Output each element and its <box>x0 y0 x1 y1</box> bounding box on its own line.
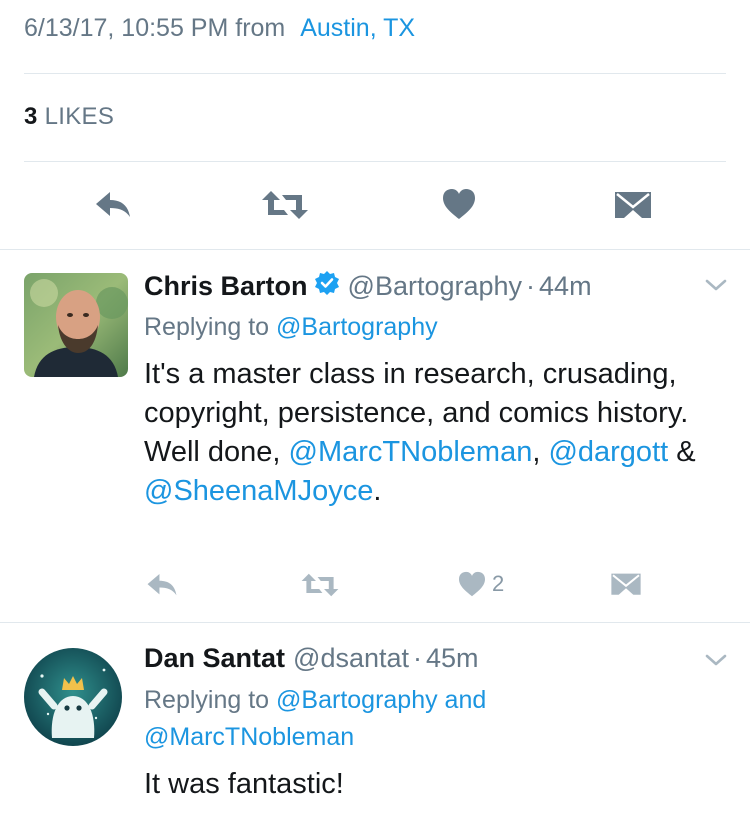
author-name[interactable]: Chris Barton <box>144 271 308 302</box>
retweet-button[interactable] <box>258 187 312 223</box>
divider <box>24 161 726 162</box>
like-count: 2 <box>492 571 505 596</box>
reply-mention-link[interactable]: @Bartography <box>276 313 438 341</box>
author-handle[interactable]: @dsantat <box>293 643 409 674</box>
heart-icon <box>459 571 485 597</box>
reply-button[interactable] <box>142 570 182 600</box>
replying-to: Replying to @Bartography and @MarcTNoble… <box>144 682 564 756</box>
tweet-author-line: Dan Santat @dsantat · 45m <box>144 643 479 674</box>
heart-icon <box>443 189 475 219</box>
retweet-icon <box>301 573 339 597</box>
tweet-time: 44m <box>539 271 592 301</box>
separator-dot: · <box>526 271 536 301</box>
divider <box>0 249 750 250</box>
mention-link[interactable]: @dargott <box>548 436 668 468</box>
direct-message-button[interactable] <box>612 188 654 224</box>
reply-icon <box>147 573 177 596</box>
tweet-text-end: . <box>373 475 382 507</box>
chevron-down-icon <box>705 654 727 666</box>
tweet-text-body: It was fantastic! <box>144 768 344 800</box>
separator-dot: · <box>413 643 423 673</box>
likes-summary[interactable]: 3 LIKES <box>24 103 114 131</box>
retweet-button[interactable] <box>298 570 342 600</box>
avatar[interactable] <box>24 648 122 746</box>
tweet-text: It was fantastic! <box>144 765 724 804</box>
avatar[interactable] <box>24 273 128 377</box>
profile-illustration-icon <box>24 648 122 746</box>
divider <box>24 73 726 74</box>
like-button[interactable]: 2 <box>458 568 528 600</box>
envelope-icon <box>615 192 651 218</box>
reply-button[interactable] <box>90 187 136 223</box>
mention-link[interactable]: @MarcTNobleman <box>289 436 533 468</box>
mention-link[interactable]: @SheenaMJoyce <box>144 475 373 507</box>
reply-icon <box>96 192 130 217</box>
tweet-time: 45m <box>426 643 479 673</box>
profile-photo-icon <box>24 273 128 377</box>
author-handle[interactable]: @Bartography <box>348 271 523 302</box>
envelope-icon <box>611 573 641 595</box>
tweet-text: It's a master class in research, crusadi… <box>144 355 724 511</box>
replying-to: Replying to @Bartography <box>144 309 704 346</box>
replying-to-label: Replying to <box>144 686 270 714</box>
author-name[interactable]: Dan Santat <box>144 643 285 674</box>
retweet-icon <box>262 191 308 219</box>
direct-message-button[interactable] <box>608 570 644 600</box>
tweet-menu-button[interactable] <box>704 276 728 299</box>
tweet-author-line: Chris Barton @Bartography · 44m <box>144 270 592 303</box>
tweet-menu-button[interactable] <box>704 651 728 674</box>
tweet-timestamp-line: 6/13/17, 10:55 PM from Austin, TX <box>24 14 415 43</box>
tweet-text-separator: & <box>668 436 696 468</box>
divider <box>0 622 750 623</box>
tweet-location-link[interactable]: Austin, TX <box>300 14 415 42</box>
likes-count: 3 <box>24 103 38 130</box>
chevron-down-icon <box>705 279 727 291</box>
like-button[interactable] <box>438 185 480 223</box>
tweet-text-separator: , <box>532 436 549 468</box>
verified-badge-icon <box>314 270 340 303</box>
replying-to-label: Replying to <box>144 313 270 341</box>
likes-label: LIKES <box>44 103 115 130</box>
tweet-timestamp: 6/13/17, 10:55 PM from <box>24 14 286 42</box>
